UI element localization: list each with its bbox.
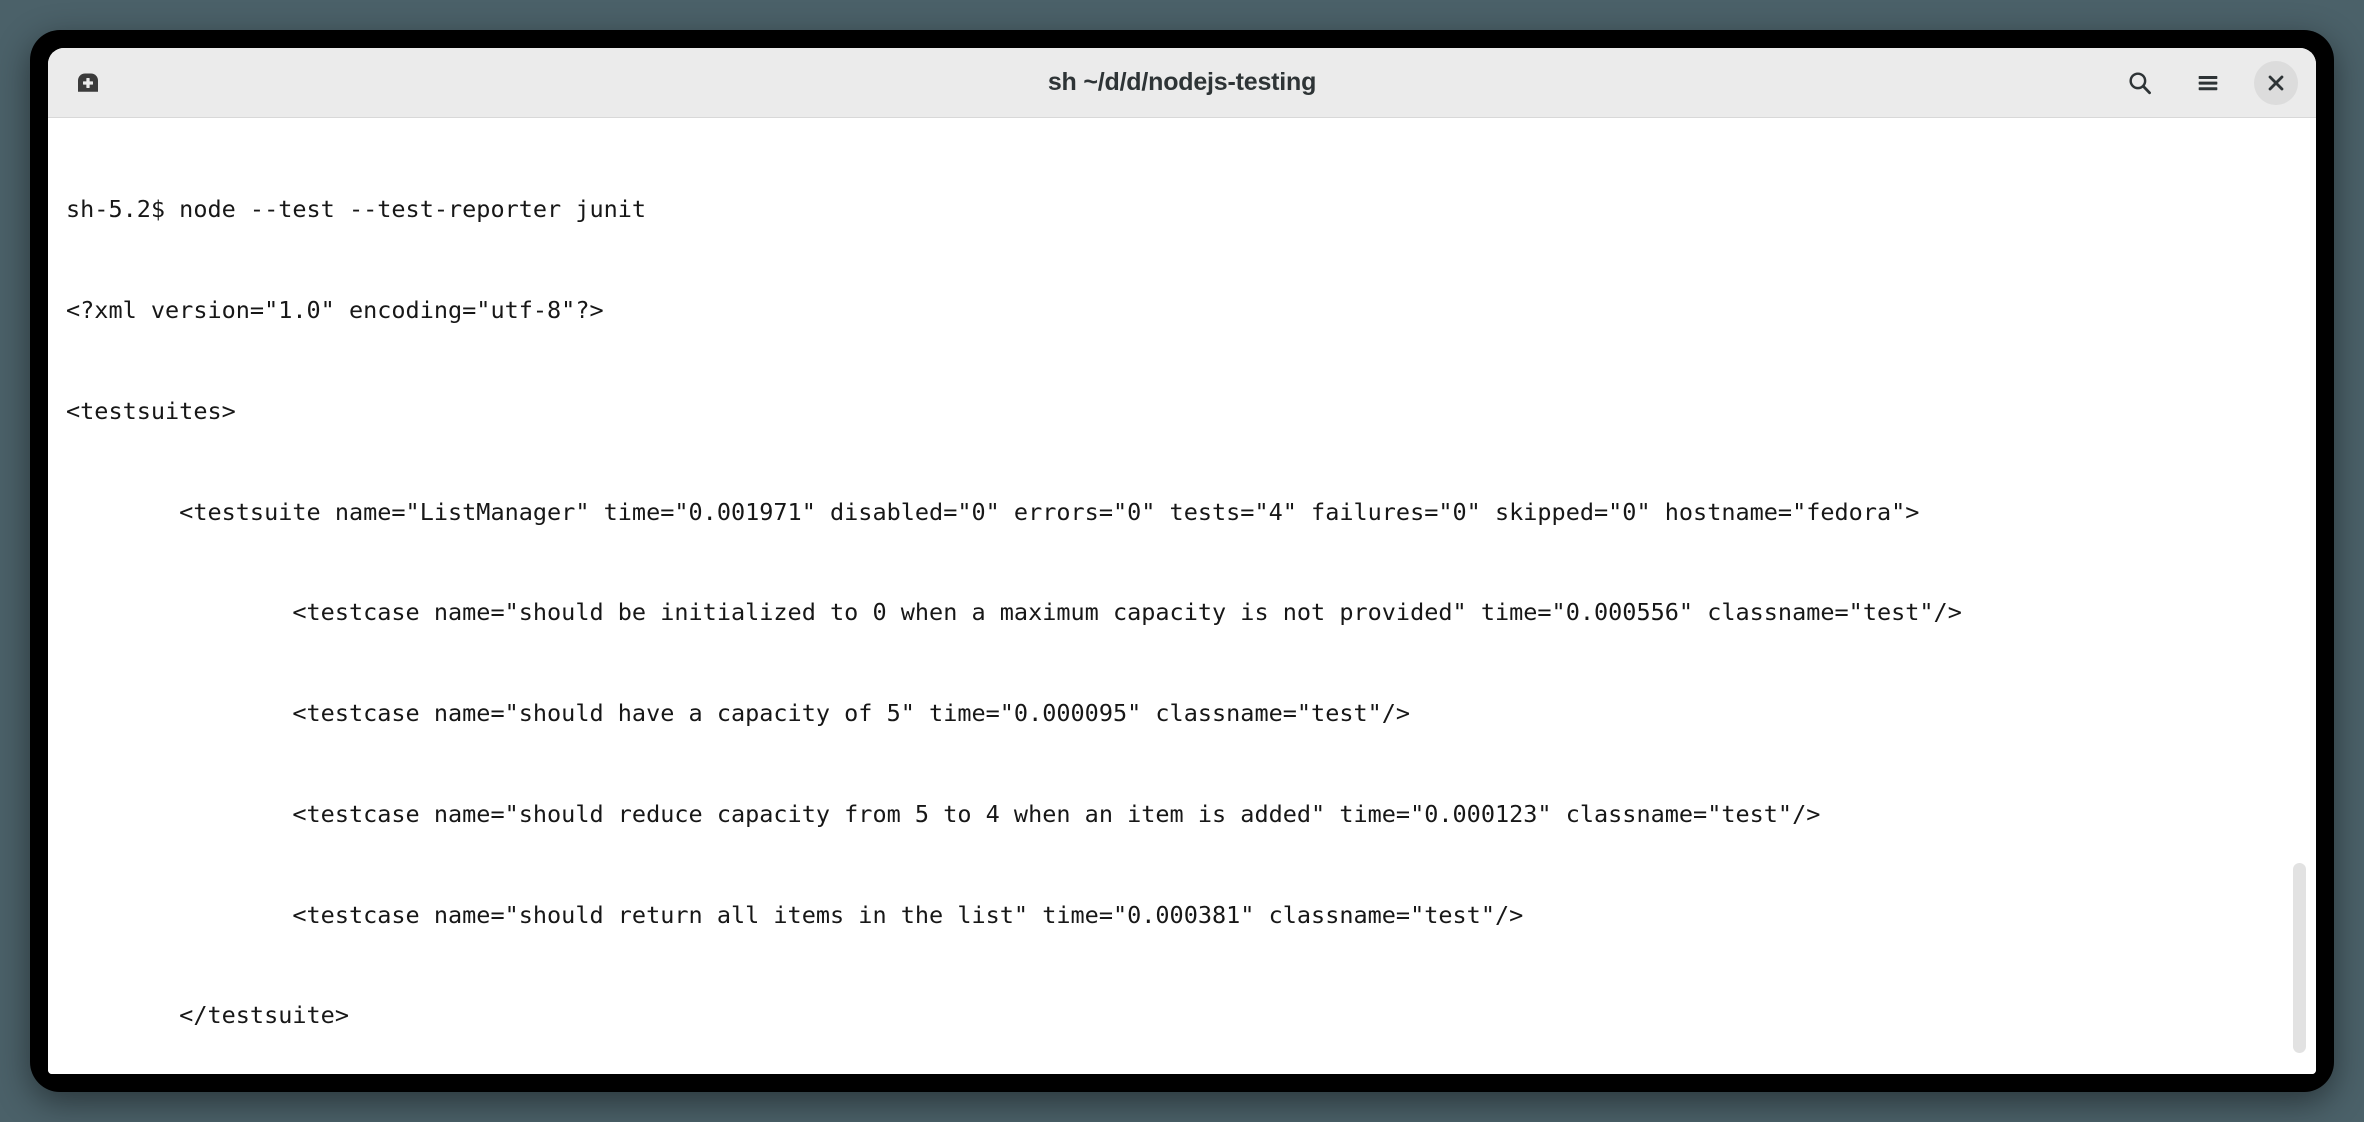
- terminal-text: sh-5.2$ node --test --test-reporter juni…: [66, 126, 2316, 1074]
- close-button[interactable]: [2254, 60, 2298, 105]
- terminal-line: <testcase name="should have a capacity o…: [66, 699, 1411, 728]
- new-terminal-button[interactable]: [66, 61, 110, 105]
- menu-button[interactable]: [2186, 61, 2230, 105]
- scrollbar[interactable]: [2290, 118, 2308, 1074]
- desktop-background: sh ~/d/d/nodejs-testing sh-5.2$ node --t…: [0, 0, 2364, 1122]
- terminal-line: <testsuites>: [66, 396, 236, 425]
- hamburger-menu-icon: [2194, 69, 2222, 97]
- search-icon: [2126, 69, 2154, 97]
- close-icon: [2265, 72, 2287, 94]
- terminal-line: <testcase name="should be initialized to…: [66, 598, 1962, 627]
- scrollbar-thumb[interactable]: [2293, 863, 2306, 1053]
- search-button[interactable]: [2118, 61, 2162, 105]
- terminal-window: sh ~/d/d/nodejs-testing sh-5.2$ node --t…: [30, 30, 2334, 1092]
- terminal-line: </testsuite>: [66, 1001, 349, 1030]
- titlebar-right-controls: [2118, 60, 2298, 105]
- page-title: sh ~/d/d/nodejs-testing: [1047, 68, 1317, 96]
- titlebar-left-controls: [66, 61, 110, 105]
- window-body: sh ~/d/d/nodejs-testing sh-5.2$ node --t…: [48, 48, 2316, 1074]
- terminal-line: sh-5.2$ node --test --test-reporter juni…: [66, 195, 647, 224]
- titlebar: sh ~/d/d/nodejs-testing: [48, 48, 2316, 118]
- new-terminal-plus-icon: [73, 68, 103, 98]
- terminal-line: <?xml version="1.0" encoding="utf-8"?>: [66, 295, 604, 324]
- terminal-line: <testcase name="should reduce capacity f…: [66, 799, 1821, 828]
- terminal-line: <testcase name="should return all items …: [66, 900, 1524, 929]
- terminal-line: <testsuite name="ListManager" time="0.00…: [66, 497, 1920, 526]
- terminal-output-area[interactable]: sh-5.2$ node --test --test-reporter juni…: [48, 118, 2316, 1074]
